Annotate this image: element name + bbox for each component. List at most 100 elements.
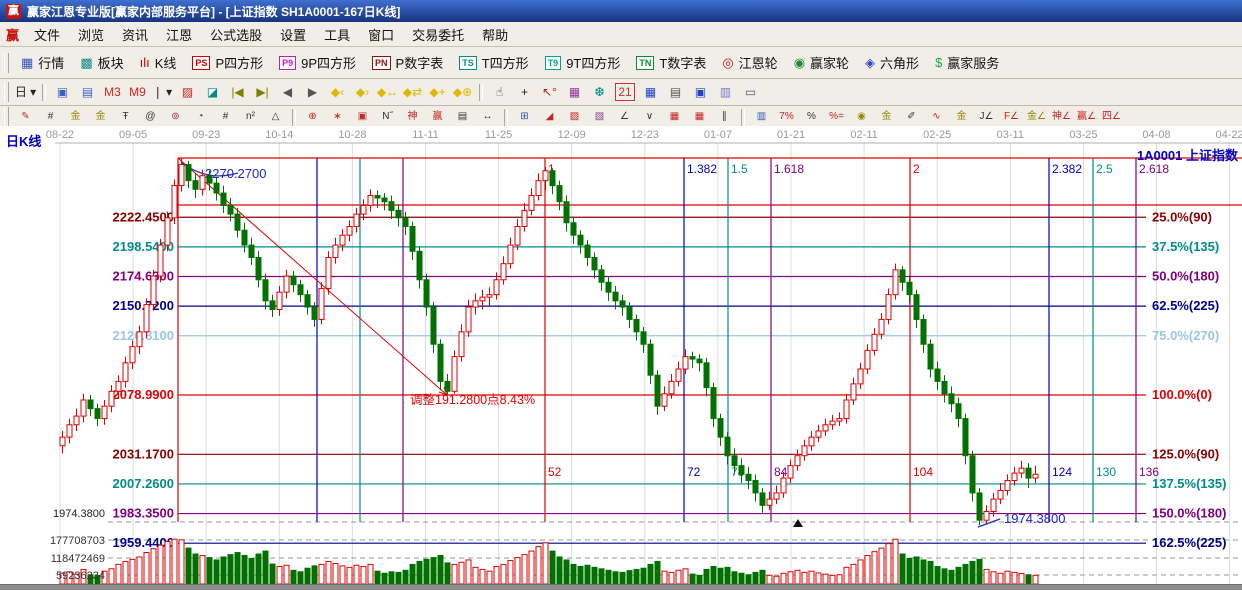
calculator-icon[interactable]: ▦ <box>638 82 663 102</box>
toolbar-handle[interactable] <box>4 53 9 73</box>
menu-item-6[interactable]: 设置 <box>271 23 315 46</box>
menu-item-10[interactable]: 帮助 <box>473 23 517 46</box>
wave-tool-button[interactable]: ∿ <box>924 107 949 127</box>
menu-item-1[interactable]: 文件 <box>25 23 69 46</box>
f-angle-tool-button[interactable]: F∠ <box>999 107 1024 127</box>
shen-tool-button[interactable]: 神 <box>400 107 425 127</box>
toolbar-button-hexagon[interactable]: ◈六角形 <box>857 50 927 75</box>
zoom-h-diamond-button[interactable]: ◆↔ <box>375 82 400 102</box>
mirror-angle-tool-button[interactable]: △ <box>263 107 288 127</box>
menu-item-3[interactable]: 资讯 <box>113 23 157 46</box>
notes-icon[interactable]: ▤ <box>663 82 688 102</box>
toolbar-button-winner-service[interactable]: $赢家服务 <box>927 50 1007 75</box>
kline-style-dropdown-button[interactable]: 日 ▾ <box>13 82 38 102</box>
zoom-left-diamond-button[interactable]: ◆‹ <box>325 82 350 102</box>
zoom-in-diamond-button[interactable]: ◆+ <box>425 82 450 102</box>
ying-tool-button[interactable]: 赢 <box>425 107 450 127</box>
gold-angle-tool-button[interactable]: 金 <box>949 107 974 127</box>
clock-cycle-tool-button[interactable]: ◔ <box>188 107 213 127</box>
zoom-swap-diamond-button[interactable]: ◆⇄ <box>400 82 425 102</box>
ma9-icon[interactable]: M9 <box>125 82 150 102</box>
n-quote-tool-button[interactable]: N˝ <box>375 107 400 127</box>
angle-line-tool-button[interactable]: ∠ <box>612 107 637 127</box>
multi-screen-icon[interactable]: ▥ <box>713 82 738 102</box>
square-web-tool-button[interactable]: ▣ <box>350 107 375 127</box>
toolbar-button-kline-chart[interactable]: ılıK线 <box>132 50 185 75</box>
j-angle-tool-button[interactable]: J∠ <box>974 107 999 127</box>
toolbar-button-p-number-table[interactable]: PNP数字表 <box>364 50 451 75</box>
window-cascade-icon[interactable]: ▣ <box>50 82 75 102</box>
fan-lines-tool-button[interactable]: ◢ <box>537 107 562 127</box>
percent-tool-button[interactable]: % <box>799 107 824 127</box>
target-circle-tool-button[interactable]: ⊕ <box>300 107 325 127</box>
shen-angle-tool-button[interactable]: 神∠ <box>1049 107 1074 127</box>
toolbar-button-nine-p-square[interactable]: P99P四方形 <box>271 50 364 75</box>
toolbar-button-t-number-table[interactable]: TNT数字表 <box>628 50 714 75</box>
app-menu-icon[interactable]: 赢 <box>6 25 19 44</box>
si-angle-tool-button[interactable]: 四∠ <box>1099 107 1124 127</box>
toolbar-button-nine-t-square[interactable]: T99T四方形 <box>537 50 629 75</box>
n-square-tool-button[interactable]: n² <box>238 107 263 127</box>
crosshair-tool-button[interactable]: + <box>512 82 537 102</box>
f-grid-button[interactable]: Ŧ <box>113 107 138 127</box>
print-icon[interactable]: ▭ <box>738 82 763 102</box>
gold-grid-2-button[interactable]: 金 <box>88 107 113 127</box>
menu-item-9[interactable]: 交易委托 <box>403 23 473 46</box>
ying-angle-tool-button[interactable]: 赢∠ <box>1074 107 1099 127</box>
menu-item-4[interactable]: 江恩 <box>157 23 201 46</box>
bar-count-tool-button[interactable]: # <box>213 107 238 127</box>
zoom-all-diamond-button[interactable]: ◆⊕ <box>450 82 475 102</box>
ruler-123-tool-button[interactable]: ▤ <box>450 107 475 127</box>
zoom-right-diamond-button[interactable]: ◆› <box>350 82 375 102</box>
gann-grid-1-button[interactable]: # <box>38 107 63 127</box>
hand-tool-button[interactable]: ☝ <box>487 82 512 102</box>
toolbar-handle[interactable] <box>4 107 9 127</box>
single-candle-dropdown-button[interactable]: ❘ ▾ <box>150 82 175 102</box>
purple-window-icon[interactable]: ▦ <box>562 82 587 102</box>
spiral-tool-button[interactable]: @ <box>138 107 163 127</box>
toolbar-button-winner-wheel[interactable]: ◉赢家轮 <box>786 50 857 75</box>
gold-grid-1-button[interactable]: 金 <box>63 107 88 127</box>
toolbar-button-sector-blocks[interactable]: ▩板块 <box>72 50 131 75</box>
percent-drop-tool-button[interactable]: 7% <box>774 107 799 127</box>
menu-item-7[interactable]: 工具 <box>315 23 359 46</box>
color-flag-icon[interactable]: ◪ <box>200 82 225 102</box>
first-bar-button-button[interactable]: |◀ <box>225 82 250 102</box>
w-line-tool-button[interactable]: ∨ <box>637 107 662 127</box>
prev-bar-button-button[interactable]: ◀ <box>275 82 300 102</box>
menu-item-8[interactable]: 窗口 <box>359 23 403 46</box>
pattern-box-icon[interactable]: ▨ <box>175 82 200 102</box>
shade-box-tool-button[interactable]: ▧ <box>587 107 612 127</box>
red-grid-box-tool-button[interactable]: ▨ <box>562 107 587 127</box>
parallel-lines-tool-button[interactable]: ∥ <box>712 107 737 127</box>
width-measure-tool-button[interactable]: ↔ <box>475 107 500 127</box>
menu-item-2[interactable]: 浏览 <box>69 23 113 46</box>
toolbar-button-p-square[interactable]: PSP四方形 <box>184 50 271 75</box>
corner-grid-tool-button[interactable]: ⊞ <box>512 107 537 127</box>
info-view-icon[interactable]: ▤ <box>75 82 100 102</box>
next-bar-button-button[interactable]: ▶ <box>300 82 325 102</box>
measure-scale-tool-button[interactable]: ▥ <box>749 107 774 127</box>
star-ray-tool-button[interactable]: ∗ <box>325 107 350 127</box>
kline-chart[interactable]: 08-2209-0509-2310-1410-2811-1111-2512-09… <box>0 126 1242 585</box>
save-icon[interactable]: ▣ <box>688 82 713 102</box>
brush-flag-tool-button[interactable]: ✐ <box>899 107 924 127</box>
calendar-icon[interactable]: 21 <box>615 83 635 101</box>
brain-icon[interactable]: ❆ <box>587 82 612 102</box>
gold-coin-tool-button[interactable]: ◉ <box>849 107 874 127</box>
pointer-mark-tool-button[interactable]: ↖° <box>537 82 562 102</box>
last-bar-button-button[interactable]: ▶| <box>250 82 275 102</box>
percent-level-tool-button[interactable]: %= <box>824 107 849 127</box>
red-net-2-tool-button[interactable]: ▦ <box>687 107 712 127</box>
toolbar-button-t-square[interactable]: TST四方形 <box>451 50 536 75</box>
toolbar-button-gann-wheel[interactable]: ◎江恩轮 <box>714 50 785 75</box>
toolbar-handle[interactable] <box>4 82 9 102</box>
toolbar-button-market-quotes[interactable]: ▦行情 <box>13 50 72 75</box>
compass-tool-button[interactable]: ⊚ <box>163 107 188 127</box>
ma3-icon[interactable]: M3 <box>100 82 125 102</box>
draw-pencil-button[interactable]: ✎ <box>13 107 38 127</box>
gold-level-tool-button[interactable]: 金 <box>874 107 899 127</box>
red-net-tool-button[interactable]: ▦ <box>662 107 687 127</box>
gold-gann-angle-tool-button[interactable]: 金∠ <box>1024 107 1049 127</box>
menu-item-5[interactable]: 公式选股 <box>201 23 271 46</box>
